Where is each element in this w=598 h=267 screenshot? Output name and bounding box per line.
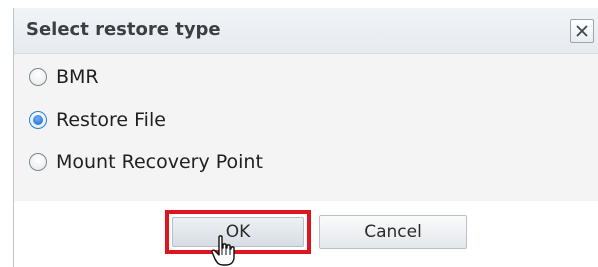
option-bmr[interactable]: BMR <box>29 62 99 92</box>
restore-type-dialog: Select restore type BMR Restore File Mou… <box>13 8 598 267</box>
radio-bmr[interactable] <box>29 68 47 86</box>
dialog-title: Select restore type <box>26 19 221 40</box>
option-restore-file-label: Restore File <box>56 109 166 131</box>
close-icon <box>576 25 588 37</box>
cancel-button[interactable]: Cancel <box>319 215 467 249</box>
close-button[interactable] <box>570 19 594 43</box>
restore-options: BMR Restore File Mount Recovery Point <box>14 54 598 201</box>
hand-pointer-icon <box>211 235 235 266</box>
option-bmr-label: BMR <box>56 66 99 88</box>
radio-restore-file[interactable] <box>29 111 47 129</box>
option-mount-recovery-point-label: Mount Recovery Point <box>56 151 263 173</box>
dialog-titlebar: Select restore type <box>14 8 598 54</box>
option-restore-file[interactable]: Restore File <box>29 105 166 135</box>
option-mount-recovery-point[interactable]: Mount Recovery Point <box>29 147 263 177</box>
radio-mount-recovery-point[interactable] <box>29 153 47 171</box>
dialog-footer: OK Cancel <box>14 201 598 267</box>
